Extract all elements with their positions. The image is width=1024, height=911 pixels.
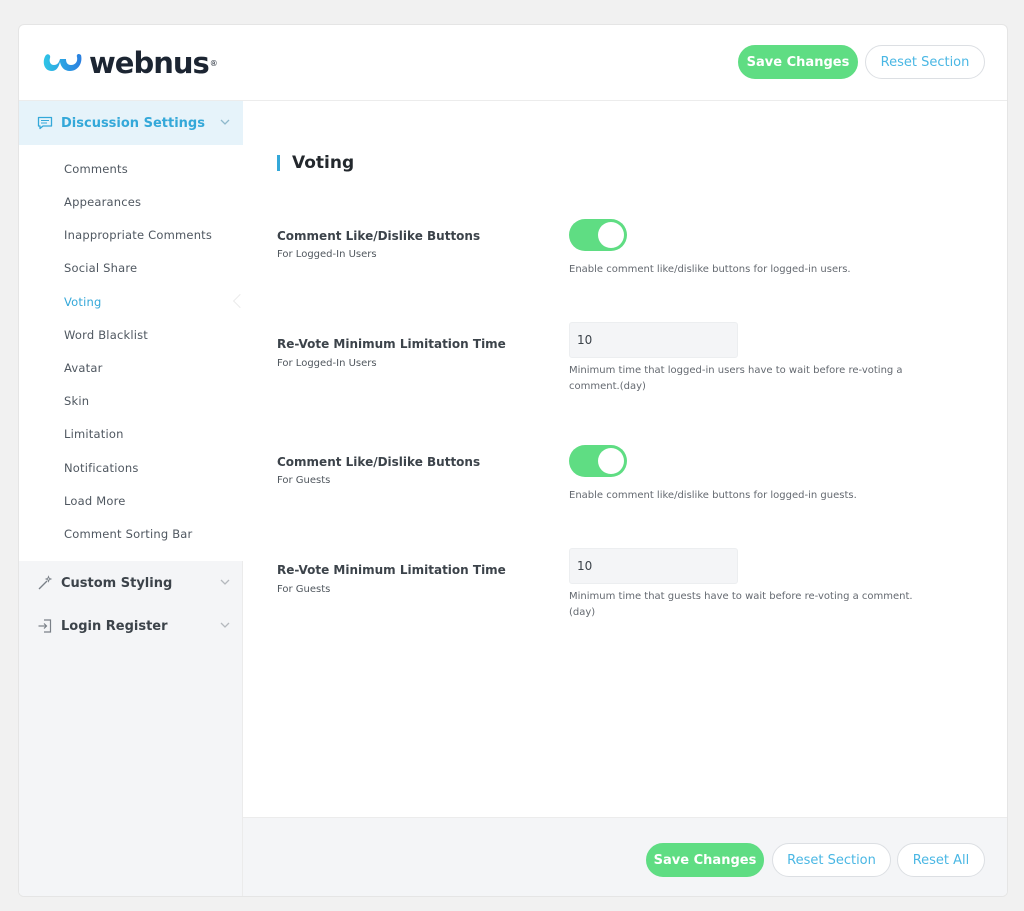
sidebar-item-load-more[interactable]: Load More: [64, 494, 126, 508]
field-desc-revote-users: Minimum time that logged-in users have t…: [569, 365, 903, 392]
footer-reset-section-button[interactable]: Reset Section: [772, 843, 891, 877]
field-label-revote-guests: Re-Vote Minimum Limitation Time: [277, 563, 506, 577]
field-desc-revote-guests: Minimum time that guests have to wait be…: [569, 591, 913, 618]
header-reset-section-button[interactable]: Reset Section: [865, 45, 985, 79]
field-sub-revote-users: For Logged-In Users: [277, 358, 377, 369]
like-dislike-guests-toggle[interactable]: [569, 445, 627, 477]
brand-name: webnus: [89, 46, 210, 80]
registered-mark: ®: [209, 58, 218, 68]
footer-reset-all-button[interactable]: Reset All: [897, 843, 985, 877]
header: webnus ® Save Changes Reset Section: [19, 25, 1007, 101]
title-accent-bar: [277, 155, 280, 171]
sidebar-item-word-blacklist[interactable]: Word Blacklist: [64, 328, 148, 342]
sidebar-item-skin[interactable]: Skin: [64, 394, 89, 408]
sidebar-section-custom-styling[interactable]: Custom Styling: [19, 561, 243, 605]
sidebar-section-label: Discussion Settings: [61, 115, 205, 131]
sidebar-item-limitation[interactable]: Limitation: [64, 427, 124, 441]
sidebar-item-inappropriate-comments[interactable]: Inappropriate Comments: [64, 228, 212, 242]
sidebar-subnav: Comments Appearances Inappropriate Comme…: [19, 145, 248, 561]
field-sub-like-dislike-users: For Logged-In Users: [277, 249, 377, 260]
chevron-down-icon: [220, 119, 230, 125]
like-dislike-users-toggle[interactable]: [569, 219, 627, 251]
sidebar-item-social-share[interactable]: Social Share: [64, 261, 137, 275]
revote-users-input[interactable]: [569, 322, 738, 358]
sidebar-item-comment-sorting-bar[interactable]: Comment Sorting Bar: [64, 527, 192, 541]
revote-guests-input[interactable]: [569, 548, 738, 584]
page-title: Voting: [277, 153, 354, 173]
sidebar-section-login-register[interactable]: Login Register: [19, 604, 243, 648]
sidebar-section-label: Login Register: [61, 618, 168, 634]
header-save-button[interactable]: Save Changes: [738, 45, 858, 79]
chevron-down-icon: [220, 579, 230, 585]
chevron-down-icon: [220, 622, 230, 628]
field-desc-like-dislike-users: Enable comment like/dislike buttons for …: [569, 264, 851, 275]
footer-save-button[interactable]: Save Changes: [646, 843, 764, 877]
toggle-knob: [598, 448, 624, 474]
field-sub-like-dislike-guests: For Guests: [277, 475, 331, 486]
webnus-logo-icon: [43, 53, 82, 71]
sidebar-item-notifications[interactable]: Notifications: [64, 461, 139, 475]
speech-bubble-icon: [37, 116, 53, 130]
settings-panel: webnus ® Save Changes Reset Section Disc…: [18, 24, 1008, 897]
field-label-like-dislike-users: Comment Like/Dislike Buttons: [277, 229, 481, 243]
page-title-text: Voting: [292, 153, 355, 173]
sidebar-item-comments[interactable]: Comments: [64, 162, 128, 176]
sidebar-item-appearances[interactable]: Appearances: [64, 195, 141, 209]
sidebar: Discussion Settings Comments Appearances…: [19, 101, 248, 896]
field-label-revote-users: Re-Vote Minimum Limitation Time: [277, 337, 506, 351]
main-content: Voting Comment Like/Dislike Buttons For …: [243, 101, 1007, 817]
field-sub-revote-guests: For Guests: [277, 584, 331, 595]
sidebar-section-label: Custom Styling: [61, 575, 173, 591]
sign-in-icon: [38, 619, 52, 633]
logo: webnus ®: [41, 46, 218, 80]
toggle-knob: [598, 222, 624, 248]
magic-wand-icon: [38, 575, 53, 590]
field-label-like-dislike-guests: Comment Like/Dislike Buttons: [277, 455, 481, 469]
sidebar-item-voting[interactable]: Voting: [64, 295, 102, 309]
sidebar-section-discussion-settings[interactable]: Discussion Settings: [19, 101, 243, 145]
footer-actions: Save Changes Reset Section Reset All: [243, 817, 1007, 896]
field-desc-like-dislike-guests: Enable comment like/dislike buttons for …: [569, 490, 857, 501]
sidebar-item-avatar[interactable]: Avatar: [64, 361, 103, 375]
